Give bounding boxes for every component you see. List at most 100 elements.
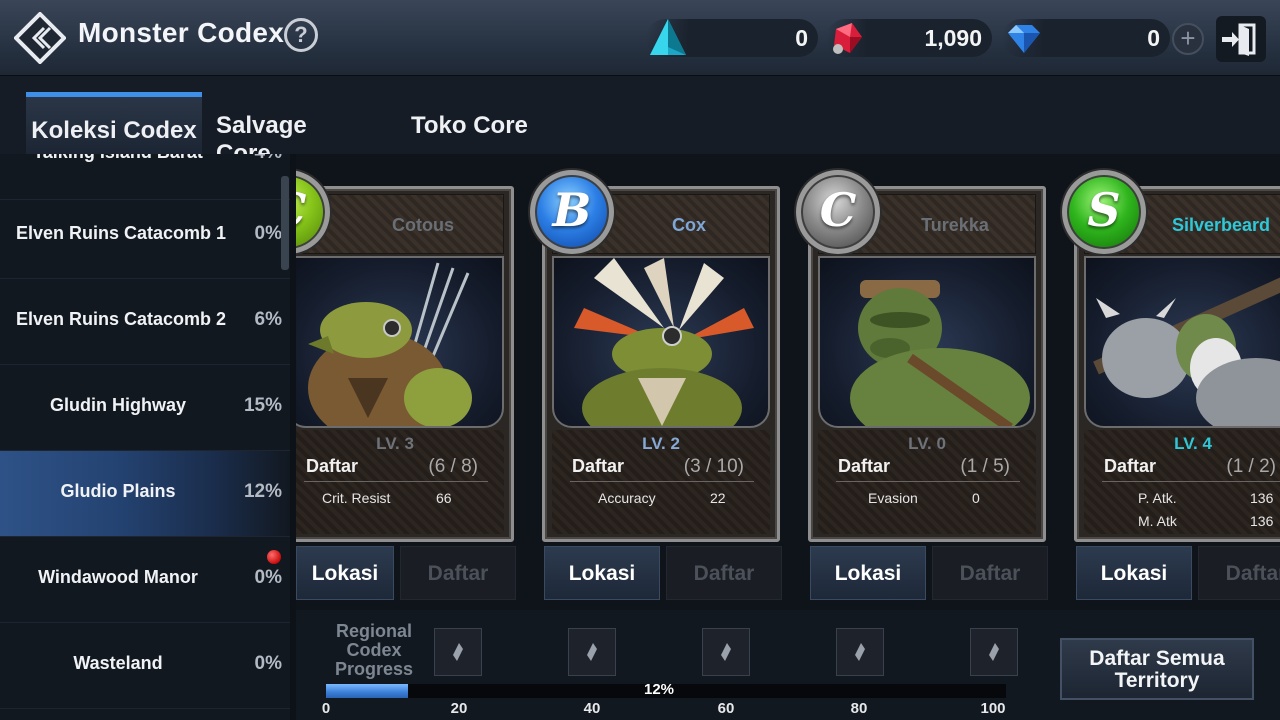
stat-label: P. Atk. [1138, 490, 1177, 506]
register-button[interactable]: Daftar [666, 546, 782, 600]
zone-name: Talking Island Barat [0, 154, 236, 163]
feathered-lizardman-portrait [574, 258, 754, 426]
divider [570, 481, 754, 482]
zone-percent: 12% [243, 481, 282, 502]
stat-value: 0 [972, 490, 980, 506]
reward-box[interactable] [434, 628, 482, 676]
divider [304, 481, 488, 482]
zone-percent: 0% [254, 653, 282, 674]
zone-item[interactable]: Elven Ruins Catacomb 2 6% [0, 279, 290, 365]
grade-s-badge-icon: S [1062, 170, 1146, 254]
register-all-territory-button[interactable]: Daftar Semua Territory [1060, 638, 1254, 700]
back-button[interactable] [13, 11, 67, 65]
zone-item-selected[interactable]: Gludio Plains 12% [0, 451, 290, 537]
zone-list[interactable]: Talking Island Barat 4% Elven Ruins Cata… [0, 154, 290, 720]
monster-portrait [296, 256, 504, 428]
blue-diamond-icon [1008, 25, 1040, 53]
reward-card-icon [721, 643, 731, 661]
register-button[interactable]: Daftar [932, 546, 1048, 600]
monster-level: LV. 4 [1174, 434, 1212, 453]
register-button[interactable]: Daftar [400, 546, 516, 600]
zone-item[interactable]: Elven Ruins Catacomb 1 0% [0, 193, 290, 279]
zone-name: Gludin Highway [49, 395, 186, 415]
zone-percent: 0% [254, 567, 282, 588]
grade-c-badge-icon: C [796, 170, 880, 254]
zone-percent: 0% [254, 223, 282, 244]
monster-portrait [552, 256, 770, 428]
monster-level: LV. 0 [908, 434, 946, 453]
registration-count: (3 / 10) [683, 456, 744, 477]
stat-label: Crit. Resist [322, 490, 391, 506]
location-button[interactable]: Lokasi [544, 546, 660, 600]
zone-percent: 15% [243, 395, 282, 416]
zone-name: Elven Ruins Catacomb 1 [16, 223, 227, 243]
reward-box[interactable] [702, 628, 750, 676]
card-info: LV. 2 Daftar (3 / 10) Accuracy 22 [552, 430, 770, 534]
alert-dot-icon [267, 550, 281, 564]
zone-item[interactable]: Windawood Manor 0% [0, 537, 290, 623]
divider [836, 481, 1020, 482]
page-title: Monster Codex [78, 17, 285, 48]
progress-fill [326, 684, 408, 698]
progress-percent: 12% [644, 681, 675, 698]
location-button[interactable]: Lokasi [296, 546, 394, 600]
registration-count: (1 / 2) [1226, 456, 1276, 477]
registration-label: Daftar [572, 456, 625, 476]
exit-button[interactable] [1216, 16, 1266, 62]
reward-box[interactable] [568, 628, 616, 676]
reward-box[interactable] [836, 628, 884, 676]
card-info: LV. 3 Daftar (6 / 8) Crit. Resist 66 [296, 430, 504, 534]
zone-list-scrollbar[interactable] [281, 176, 289, 270]
armored-orc-portrait [1093, 277, 1280, 426]
crystal-amount: 0 [795, 25, 808, 51]
reward-card-icon [453, 643, 463, 661]
grade-b-badge-icon: B [530, 170, 614, 254]
monster-portrait [1084, 256, 1280, 428]
card-info: LV. 0 Daftar (1 / 5) Evasion 0 [818, 430, 1036, 534]
zone-percent: 4% [255, 154, 282, 164]
monster-card: Cotous LV. 3 Daftar (6 / 8) Crit. Resist… [296, 170, 514, 542]
tab-toko-core[interactable]: Toko Core [411, 92, 541, 154]
monster-card: Silverbeard LV. 4 Daftar (1 / 2) P. Atk.… [1062, 170, 1280, 542]
register-button[interactable]: Daftar [1198, 546, 1280, 600]
reward-box[interactable] [970, 628, 1018, 676]
zone-item[interactable]: Wasteland 0% [0, 623, 290, 709]
zone-name: Windawood Manor [38, 567, 198, 587]
registration-label: Daftar [306, 456, 359, 476]
monster-portrait [818, 256, 1036, 428]
codex-panel: Cotous LV. 3 Daftar (6 / 8) Crit. Resist… [296, 154, 1280, 720]
stat-label: M. Atk [1138, 513, 1177, 529]
progress-tick: 80 [850, 700, 868, 717]
top-bar: Monster Codex ? 0 1,090 0 + [0, 0, 1280, 76]
stat-value: 136 [1250, 490, 1274, 506]
registration-label: Daftar [838, 456, 891, 476]
orc-portrait [850, 280, 1030, 426]
lizardman-portrait [308, 262, 472, 426]
tab-salvage-core[interactable]: Salvage Core [216, 92, 366, 167]
monster-level: LV. 3 [376, 434, 414, 453]
currency-blue-diamond: 0 [1002, 19, 1170, 57]
exit-door-icon [1222, 23, 1256, 56]
zone-name: Gludio Plains [60, 481, 176, 501]
tab-koleksi-codex[interactable]: Koleksi Codex [26, 92, 202, 154]
location-button[interactable]: Lokasi [1076, 546, 1192, 600]
stat-value: 22 [710, 490, 726, 506]
card-info: LV. 4 Daftar (1 / 2) P. Atk. 136 M. Atk … [1084, 430, 1280, 534]
tab-bar: Koleksi Codex Salvage Core Toko Core [0, 76, 1280, 167]
registration-count: (1 / 5) [960, 456, 1010, 477]
zone-item[interactable]: Gludin Highway 15% [0, 365, 290, 451]
currency-crystal: 0 [646, 19, 818, 57]
progress-tick: 100 [980, 700, 1006, 717]
back-diamond-icon [13, 11, 67, 65]
monster-name: Cox [671, 215, 706, 235]
red-gem-icon [833, 23, 862, 54]
stat-value: 66 [436, 490, 452, 506]
monster-card: Cox LV. 2 Daftar (3 / 10) Accuracy 22 B [530, 170, 780, 542]
add-currency-button[interactable]: + [1172, 23, 1204, 55]
stat-value: 136 [1250, 513, 1274, 529]
registration-label: Daftar [1104, 456, 1157, 476]
blue-diamond-amount: 0 [1147, 25, 1160, 51]
location-button[interactable]: Lokasi [810, 546, 926, 600]
crystal-cone-icon [650, 19, 686, 55]
help-button[interactable]: ? [284, 18, 318, 52]
